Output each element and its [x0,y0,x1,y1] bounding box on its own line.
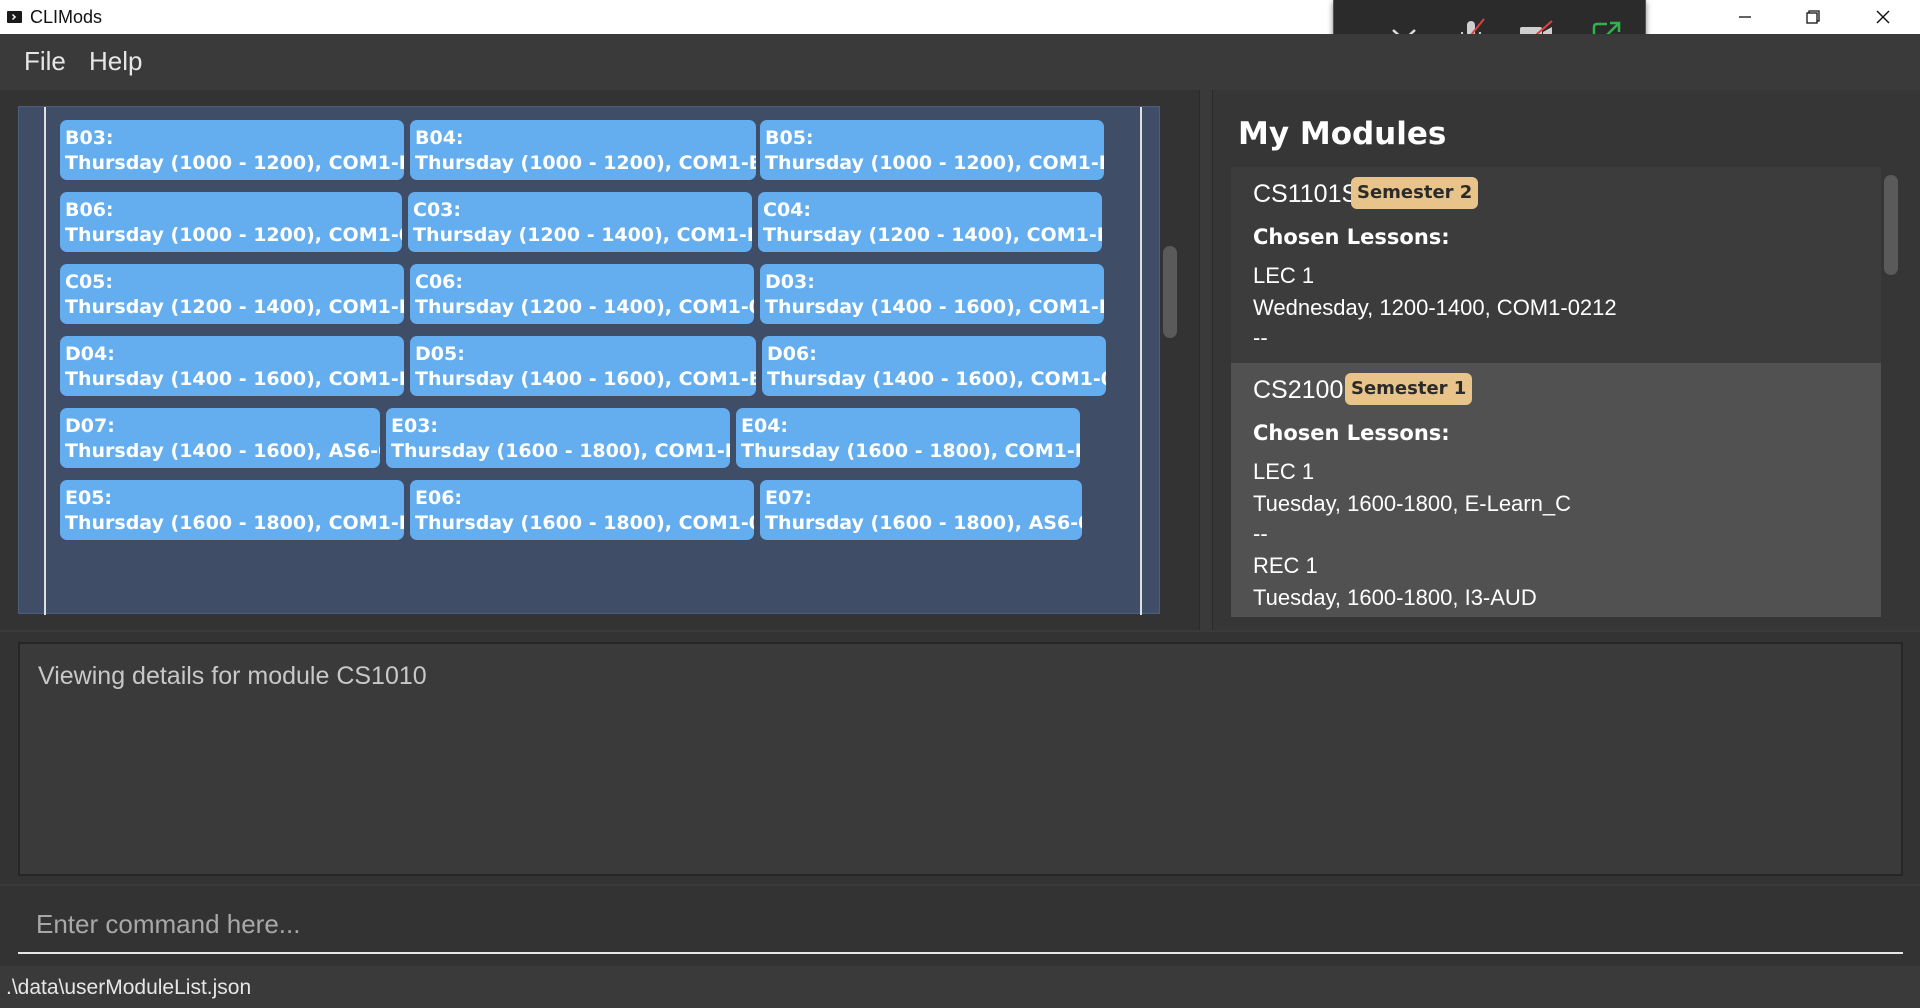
lesson-line: REC 1 [1253,553,1318,578]
lesson-chip[interactable]: E04:Thursday (1600 - 1800), COM1-B111 [736,408,1080,468]
lesson-line: Wednesday, 1200-1400, COM1-0212 [1253,295,1617,320]
semester-badge: Semester 1 [1345,373,1473,405]
lessons-scrollbar[interactable] [1163,246,1177,338]
chosen-lessons-label: Chosen Lessons: [1253,225,1450,249]
lessons-grid: B03:Thursday (1000 - 1200), COM1-B108 B0… [44,107,1142,615]
app-icon [7,11,22,23]
lesson-chip[interactable]: B05:Thursday (1000 - 1200), COM1-B110 [760,120,1104,180]
module-card[interactable]: CS1101S Semester 2 Chosen Lessons: LEC 1… [1231,167,1881,363]
command-area [0,886,1920,966]
lesson-chip[interactable]: E07:Thursday (1600 - 1800), AS6-0426 [760,480,1082,540]
close-button[interactable] [1848,0,1918,34]
restore-button[interactable] [1778,0,1848,34]
command-input[interactable] [18,896,1903,954]
lesson-chip[interactable]: B04:Thursday (1000 - 1200), COM1-B111 [410,120,756,180]
lesson-chip[interactable]: C06:Thursday (1200 - 1400), COM1-0120 [410,264,754,324]
status-bar: .\data\userModuleList.json [0,966,1920,1008]
lesson-chip[interactable]: E05:Thursday (1600 - 1800), COM1-B110 [60,480,404,540]
lesson-chip[interactable]: C03:Thursday (1200 - 1400), COM1-B108 [408,192,752,252]
save-location-path: .\data\userModuleList.json [6,976,252,999]
lesson-chip[interactable]: D04:Thursday (1400 - 1600), COM1-B111 [60,336,404,396]
modules-scrollbar[interactable] [1884,175,1898,275]
menu-help[interactable]: Help [89,46,142,77]
module-code: CS1101S [1253,180,1359,208]
lesson-chip[interactable]: B06:Thursday (1000 - 1200), COM1-0120 [60,192,402,252]
chosen-lessons-label: Chosen Lessons: [1253,421,1450,445]
window-title: CLIMods [30,7,103,27]
result-text: Viewing details for module CS1010 [38,662,427,690]
lesson-line: LEC 1 [1253,263,1315,288]
lesson-line: Tuesday, 1600-1800, I3-AUD [1253,585,1537,610]
lesson-line: -- [1253,521,1268,546]
module-card[interactable]: CS2100 Semester 1 Chosen Lessons: LEC 1 … [1231,363,1881,617]
lessons-view: B03:Thursday (1000 - 1200), COM1-B108 B0… [18,106,1160,615]
module-details-panel: B03:Thursday (1000 - 1200), COM1-B108 B0… [0,90,1200,630]
lesson-line: LEC 1 [1253,459,1315,484]
minimize-button[interactable] [1710,0,1780,34]
lesson-chip[interactable]: E06:Thursday (1600 - 1800), COM1-0120 [410,480,754,540]
close-icon [1876,10,1890,24]
my-modules-panel: My Modules CS1101S Semester 2 Chosen Les… [1212,90,1920,630]
semester-badge: Semester 2 [1351,177,1479,209]
module-list: CS1101S Semester 2 Chosen Lessons: LEC 1… [1231,167,1881,617]
result-display: Viewing details for module CS1010 [18,642,1903,876]
lesson-chip[interactable]: B03:Thursday (1000 - 1200), COM1-B108 [60,120,404,180]
result-display-area: Viewing details for module CS1010 [0,632,1920,884]
my-modules-title: My Modules [1238,116,1447,152]
module-code: CS2100 [1253,376,1344,404]
lesson-chip[interactable]: D07:Thursday (1400 - 1600), AS6-0426 [60,408,380,468]
lesson-chip[interactable]: D05:Thursday (1400 - 1600), COM1-B110 [410,336,756,396]
lesson-chip[interactable]: E03:Thursday (1600 - 1800), COM1-B108 [386,408,730,468]
lesson-chip[interactable]: D06:Thursday (1400 - 1600), COM1-0120 [762,336,1106,396]
menu-bar: File Help [0,34,1920,90]
lesson-chip[interactable]: C04:Thursday (1200 - 1400), COM1-B111 [758,192,1102,252]
restore-icon [1806,10,1820,24]
menu-file[interactable]: File [24,46,66,77]
lesson-line: -- [1253,325,1268,350]
lesson-chip[interactable]: C05:Thursday (1200 - 1400), COM1-B110 [60,264,404,324]
minimize-icon [1739,16,1751,18]
lesson-line: Tuesday, 1600-1800, E-Learn_C [1253,491,1571,516]
lesson-chip[interactable]: D03:Thursday (1400 - 1600), COM1-B108 [760,264,1104,324]
